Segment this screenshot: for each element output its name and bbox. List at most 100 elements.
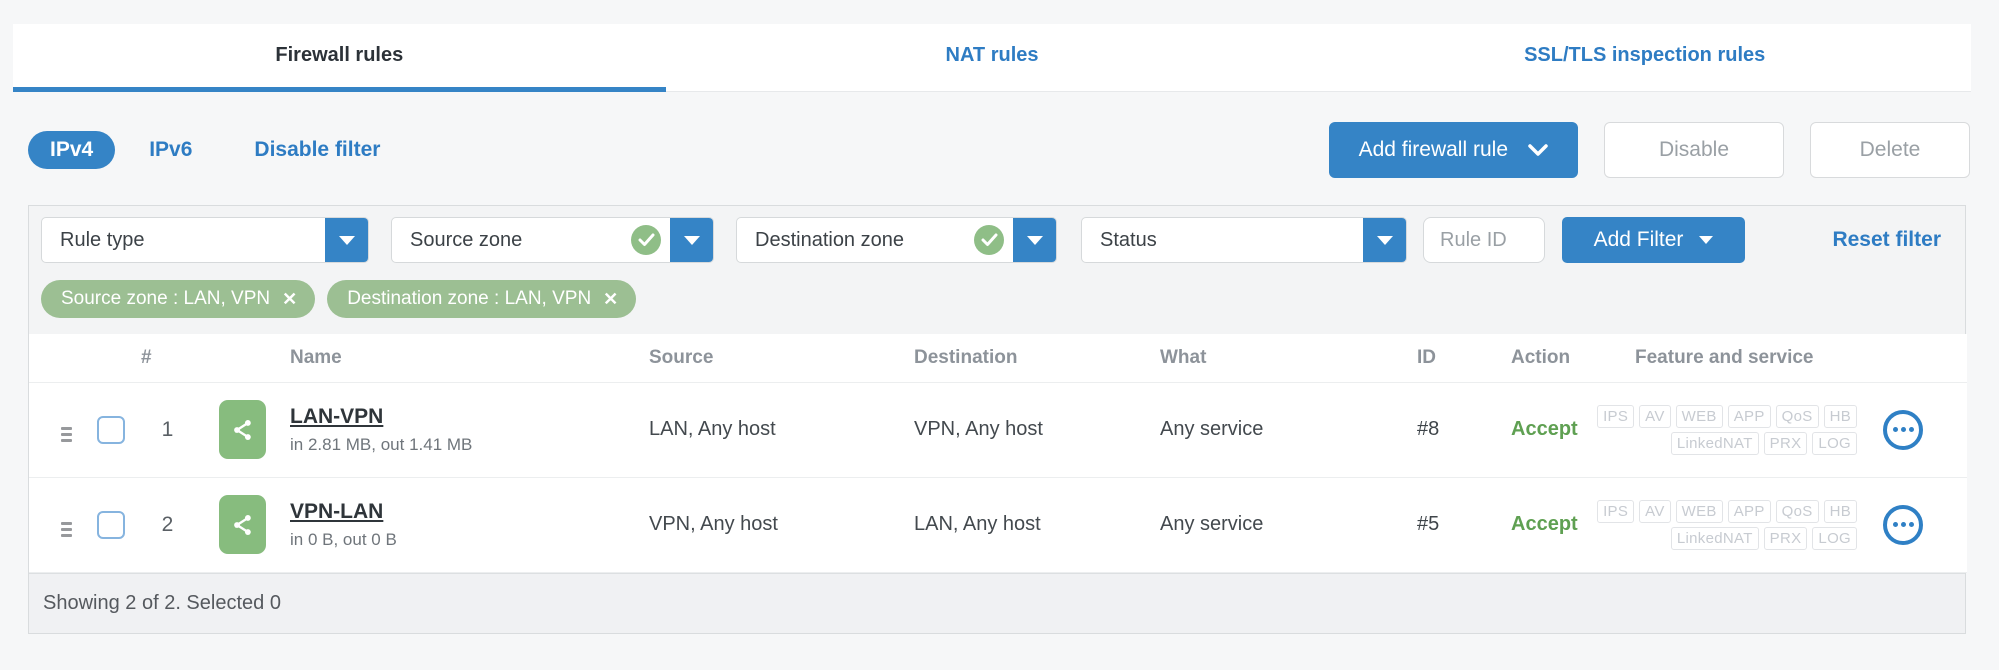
badge-hb: HB xyxy=(1823,404,1857,428)
header-id: ID xyxy=(1359,334,1449,383)
toolbar: IPv4 IPv6 Disable filter Add firewall ru… xyxy=(28,120,1970,180)
ipv6-toggle[interactable]: IPv6 xyxy=(149,138,192,162)
row-name-cell: VPN-LAN in 0 B, out 0 B xyxy=(194,477,619,573)
firewall-rules-page: Firewall rules NAT rules SSL/TLS inspect… xyxy=(0,0,1999,670)
filter-chip-label: Destination zone : LAN, VPN xyxy=(347,288,592,309)
header-action: Action xyxy=(1449,334,1589,383)
active-filter-chips: Source zone : LAN, VPN ✕ Destination zon… xyxy=(29,272,1965,334)
status-select[interactable]: Status xyxy=(1081,217,1407,263)
badge-prx: PRX xyxy=(1763,431,1808,455)
badge-av: AV xyxy=(1639,404,1671,428)
feature-badges: IPS AV WEB APP QoS HB LinkedNAT PRX LOG xyxy=(1597,404,1857,455)
badge-log: LOG xyxy=(1812,526,1857,550)
table-footer: Showing 2 of 2. Selected 0 xyxy=(29,572,1965,633)
badge-hb: HB xyxy=(1823,499,1857,523)
disable-button-label: Disable xyxy=(1658,138,1730,161)
row-destination: VPN, Any host xyxy=(889,382,1129,478)
rule-name-link[interactable]: VPN-LAN xyxy=(290,500,383,523)
table-row: 2 VPN-LAN in 0 B, out 0 B VPN, Any host … xyxy=(29,477,1967,573)
tab-nat-rules[interactable]: NAT rules xyxy=(666,24,1319,92)
add-filter-label: Add Filter xyxy=(1593,228,1684,251)
row-action-status: Accept xyxy=(1449,382,1589,478)
filter-chip-label: Source zone : LAN, VPN xyxy=(61,288,271,309)
badge-ips: IPS xyxy=(1597,404,1635,428)
badge-linkednat: LinkedNAT xyxy=(1670,526,1759,550)
header-what: What xyxy=(1129,334,1359,383)
dropdown-caret-icon[interactable] xyxy=(325,218,368,262)
badge-log: LOG xyxy=(1812,431,1857,455)
feature-badges: IPS AV WEB APP QoS HB LinkedNAT PRX LOG xyxy=(1597,499,1857,550)
rule-share-icon xyxy=(219,400,266,459)
rules-tabbar: Firewall rules NAT rules SSL/TLS inspect… xyxy=(13,24,1971,92)
badge-qos: QoS xyxy=(1775,404,1819,428)
row-number: 1 xyxy=(141,382,194,478)
header-destination: Destination xyxy=(889,334,1129,383)
badge-app: APP xyxy=(1727,404,1771,428)
tab-ssl-tls-label: SSL/TLS inspection rules xyxy=(1524,44,1766,66)
badge-linkednat: LinkedNAT xyxy=(1670,431,1759,455)
drag-handle-icon[interactable] xyxy=(61,522,72,537)
dropdown-caret-icon[interactable] xyxy=(1363,218,1406,262)
table-row: 1 LAN-VPN in 2.81 MB, out 1.41 MB LAN, A… xyxy=(29,382,1967,478)
ipv4-toggle[interactable]: IPv4 xyxy=(28,131,116,169)
row-check-cell xyxy=(91,477,141,573)
check-circle-icon xyxy=(974,225,1004,255)
row-menu-ellipsis-icon[interactable] xyxy=(1883,409,1923,450)
dropdown-caret-icon[interactable] xyxy=(1013,218,1056,262)
delete-button[interactable]: Delete xyxy=(1810,122,1970,178)
rule-type-select[interactable]: Rule type xyxy=(41,217,369,263)
filter-chip-source-zone[interactable]: Source zone : LAN, VPN ✕ xyxy=(41,280,316,318)
badge-web: WEB xyxy=(1675,404,1723,428)
destination-zone-select[interactable]: Destination zone xyxy=(736,217,1057,263)
chip-close-icon[interactable]: ✕ xyxy=(603,289,618,310)
row-destination: LAN, Any host xyxy=(889,477,1129,573)
row-id: #5 xyxy=(1359,477,1449,573)
tab-nat-rules-label: NAT rules xyxy=(945,44,1039,66)
row-action-status: Accept xyxy=(1449,477,1589,573)
tab-ssl-tls-inspection-rules[interactable]: SSL/TLS inspection rules xyxy=(1318,24,1971,92)
row-drag-cell xyxy=(29,477,91,573)
row-check-cell xyxy=(91,382,141,478)
row-what: Any service xyxy=(1129,382,1359,478)
badge-qos: QoS xyxy=(1775,499,1819,523)
header-drag xyxy=(29,334,91,383)
rule-type-select-label: Rule type xyxy=(60,228,145,251)
badge-app: APP xyxy=(1727,499,1771,523)
row-menu-ellipsis-icon[interactable] xyxy=(1883,504,1923,545)
rules-panel: Rule type Source zone Destination zone S… xyxy=(28,205,1967,634)
firewall-rules-table: # Name Source Destination What ID Action… xyxy=(29,334,1967,573)
drag-handle-icon[interactable] xyxy=(61,427,72,442)
dropdown-caret-icon[interactable] xyxy=(670,218,713,262)
tab-firewall-rules[interactable]: Firewall rules xyxy=(13,24,666,92)
chip-close-icon[interactable]: ✕ xyxy=(282,289,297,310)
disable-filter-link[interactable]: Disable filter xyxy=(254,138,380,162)
row-checkbox[interactable] xyxy=(97,510,125,539)
filter-chip-destination-zone[interactable]: Destination zone : LAN, VPN ✕ xyxy=(327,280,637,318)
row-number: 2 xyxy=(141,477,194,573)
destination-zone-select-label: Destination zone xyxy=(755,228,904,251)
rule-name-link[interactable]: LAN-VPN xyxy=(290,405,383,428)
table-summary: Showing 2 of 2. Selected 0 xyxy=(43,591,281,614)
row-id: #8 xyxy=(1359,382,1449,478)
toolbar-actions: Add firewall rule Disable Delete xyxy=(1328,122,1970,178)
rule-id-input[interactable] xyxy=(1423,217,1545,263)
row-source: LAN, Any host xyxy=(619,382,889,478)
table-header-row: # Name Source Destination What ID Action… xyxy=(29,334,1967,383)
row-name-cell: LAN-VPN in 2.81 MB, out 1.41 MB xyxy=(194,382,619,478)
reset-filter-link[interactable]: Reset filter xyxy=(1832,228,1941,252)
row-feature-cell: IPS AV WEB APP QoS HB LinkedNAT PRX LOG xyxy=(1589,382,1967,478)
add-firewall-rule-button[interactable]: Add firewall rule xyxy=(1328,122,1578,178)
row-feature-cell: IPS AV WEB APP QoS HB LinkedNAT PRX LOG xyxy=(1589,477,1967,573)
header-checkbox xyxy=(91,334,141,383)
row-checkbox[interactable] xyxy=(97,415,125,444)
source-zone-select[interactable]: Source zone xyxy=(391,217,714,263)
header-source: Source xyxy=(619,334,889,383)
badge-av: AV xyxy=(1639,499,1671,523)
status-select-label: Status xyxy=(1100,228,1157,251)
rule-share-icon xyxy=(219,495,266,554)
chevron-down-icon xyxy=(1528,143,1548,157)
badge-prx: PRX xyxy=(1763,526,1808,550)
disable-button[interactable]: Disable xyxy=(1604,122,1784,178)
rule-traffic-stats: in 2.81 MB, out 1.41 MB xyxy=(290,434,473,454)
add-filter-button[interactable]: Add Filter xyxy=(1562,217,1745,263)
